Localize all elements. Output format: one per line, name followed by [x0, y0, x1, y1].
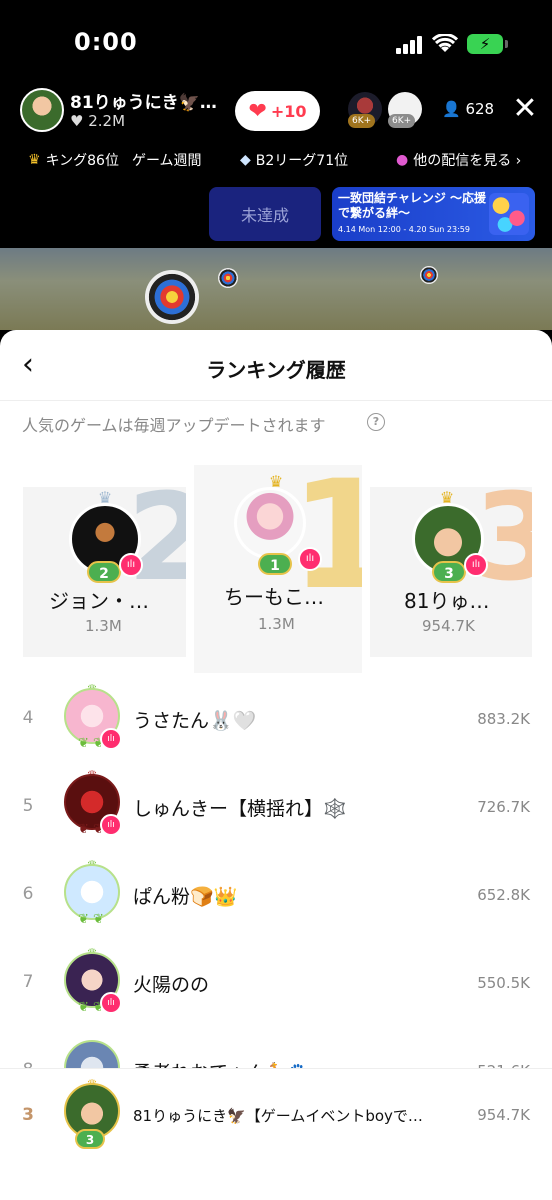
crown-icon: ♛ — [28, 152, 41, 168]
row-score: 726.7K — [477, 798, 530, 816]
list-item[interactable]: 5 ♛ ❦ ❦ ılı しゅんきー【横揺れ】🕸️ 726.7K — [0, 762, 552, 850]
podium-rank-badge: 2 — [87, 561, 121, 583]
status-time: 0:00 — [74, 28, 138, 56]
divider — [0, 400, 552, 401]
live-icon: ılı — [100, 728, 122, 750]
info-row: ♛ キング86位 ゲーム週間 ◆ B2リーグ71位 ● 他の配信を見る › — [0, 150, 552, 174]
other-streams-label: 他の配信を見る › — [413, 153, 522, 169]
viewer-count-value: 628 — [465, 100, 495, 118]
row-rank: 4 — [22, 708, 34, 728]
row-name: しゅんきー【横揺れ】🕸️ — [133, 798, 347, 820]
podium-score: 1.3M — [85, 617, 122, 635]
row-score: 883.2K — [477, 710, 530, 728]
follow-label: +10 — [270, 101, 307, 121]
streamer-likes: ♥ 2.2M — [70, 112, 126, 130]
event-art-image — [489, 193, 529, 235]
heart-icon: ❤ — [248, 98, 267, 124]
streamer-name[interactable]: 81りゅうにき🦅… — [70, 88, 217, 113]
event-banner[interactable]: 一致団結チャレンジ ～応援で繋がる絆～ 4.14 Mon 12:00 - 4.2… — [332, 187, 535, 241]
podium-third[interactable]: 3 ♛ 3 ılı 81りゅ… 954.7K — [370, 487, 532, 657]
live-icon: ılı — [298, 547, 322, 571]
live-icon: ılı — [100, 992, 122, 1014]
list-item[interactable]: 7 ♛ ❦ ❦ ılı 火陽のの 550.5K — [0, 938, 552, 1026]
sheet-title: ランキング履歴 — [206, 358, 346, 382]
viewer-count[interactable]: 👤 628 — [442, 100, 494, 118]
king-rank-chip[interactable]: ♛ キング86位 ゲーム週間 — [28, 150, 204, 170]
live-icon: ılı — [464, 553, 488, 577]
live-header: 81りゅうにき🦅… ♥ 2.2M ❤ +10 6K+ 6K+ 👤 628 ✕ — [0, 86, 552, 142]
laurel-icon: ❦ ❦ — [78, 912, 104, 927]
row-score: 652.8K — [477, 886, 530, 904]
podium-rank-badge: 3 — [432, 561, 466, 583]
podium-second[interactable]: 2 ♛ 2 ılı ジョン・… 1.3M — [23, 487, 186, 657]
self-score: 954.7K — [477, 1106, 530, 1124]
podium-name: 81りゅ… — [404, 589, 490, 613]
podium-score: 954.7K — [422, 617, 475, 635]
archery-target — [218, 268, 238, 288]
league-label: B2リーグ71位 — [255, 153, 349, 169]
self-ranking-row[interactable]: 3 ♛ 3 81りゅうにき🦅【ゲームイベントboyで… 954.7K — [0, 1068, 552, 1200]
archery-target — [420, 266, 438, 284]
row-rank: 7 — [22, 972, 34, 992]
row-rank: 6 — [22, 884, 34, 904]
viewer-badge: 6K+ — [348, 114, 376, 128]
diamond-icon: ◆ — [240, 152, 251, 168]
podium-name: ジョン・… — [49, 589, 149, 613]
planet-icon: ● — [396, 152, 409, 168]
live-icon: ılı — [100, 814, 122, 836]
battery-charging-icon: ⚡ — [467, 34, 503, 54]
game-stream-view — [0, 248, 552, 330]
ranking-history-sheet: ‹ ランキング履歴 人気のゲームは毎週アップデートされます ? 2 ♛ 2 ıl… — [0, 330, 552, 1200]
archery-target — [145, 270, 199, 324]
list-item[interactable]: 4 ♛ ❦ ❦ ılı うさたん🐰🤍 883.2K — [0, 674, 552, 762]
row-score: 550.5K — [477, 974, 530, 992]
king-rank-label: キング86位 — [45, 153, 119, 169]
row-name: ぱん粉🍞👑 — [133, 886, 238, 908]
league-chip[interactable]: ◆ B2リーグ71位 — [240, 150, 348, 170]
wifi-icon — [432, 34, 458, 52]
battery-tip — [505, 40, 508, 48]
follow-button[interactable]: ❤ +10 — [235, 91, 320, 131]
self-name: 81りゅうにき🦅【ゲームイベントboyで… — [133, 1107, 423, 1125]
row-name: 火陽のの — [133, 974, 210, 996]
podium-avatar — [234, 487, 306, 559]
other-streams-link[interactable]: ● 他の配信を見る › — [396, 150, 521, 170]
row-rank: 5 — [22, 796, 34, 816]
status-bar: 0:00 ⚡ — [0, 0, 552, 86]
list-item[interactable]: 6 ♛ ❦ ❦ ぱん粉🍞👑 652.8K — [0, 850, 552, 938]
event-title: 一致団結チャレンジ ～応援で繋がる絆～ — [338, 191, 487, 220]
event-dates: 4.14 Mon 12:00 - 4.20 Sun 23:59 — [338, 225, 470, 234]
podium-rank-badge: 1 — [258, 553, 292, 575]
close-icon[interactable]: ✕ — [510, 94, 540, 124]
row-name: うさたん🐰🤍 — [133, 710, 257, 732]
podium-score: 1.3M — [258, 615, 295, 633]
streamer-avatar[interactable] — [20, 88, 64, 132]
king-extra-label: ゲーム週間 — [131, 153, 202, 169]
help-icon[interactable]: ? — [367, 413, 385, 431]
self-rank-badge: 3 — [75, 1129, 105, 1149]
viewer-badge: 6K+ — [388, 114, 416, 128]
podium-name: ちーもこ… — [224, 585, 324, 609]
signal-icon — [396, 36, 424, 54]
self-rank: 3 — [22, 1105, 34, 1125]
person-icon: 👤 — [442, 100, 461, 118]
sheet-subtitle: 人気のゲームは毎週アップデートされます — [22, 416, 326, 435]
mission-status-button[interactable]: 未達成 — [209, 187, 321, 241]
live-icon: ılı — [119, 553, 143, 577]
podium-first[interactable]: 1 ♛ 1 ılı ちーもこ… 1.3M — [194, 465, 362, 673]
